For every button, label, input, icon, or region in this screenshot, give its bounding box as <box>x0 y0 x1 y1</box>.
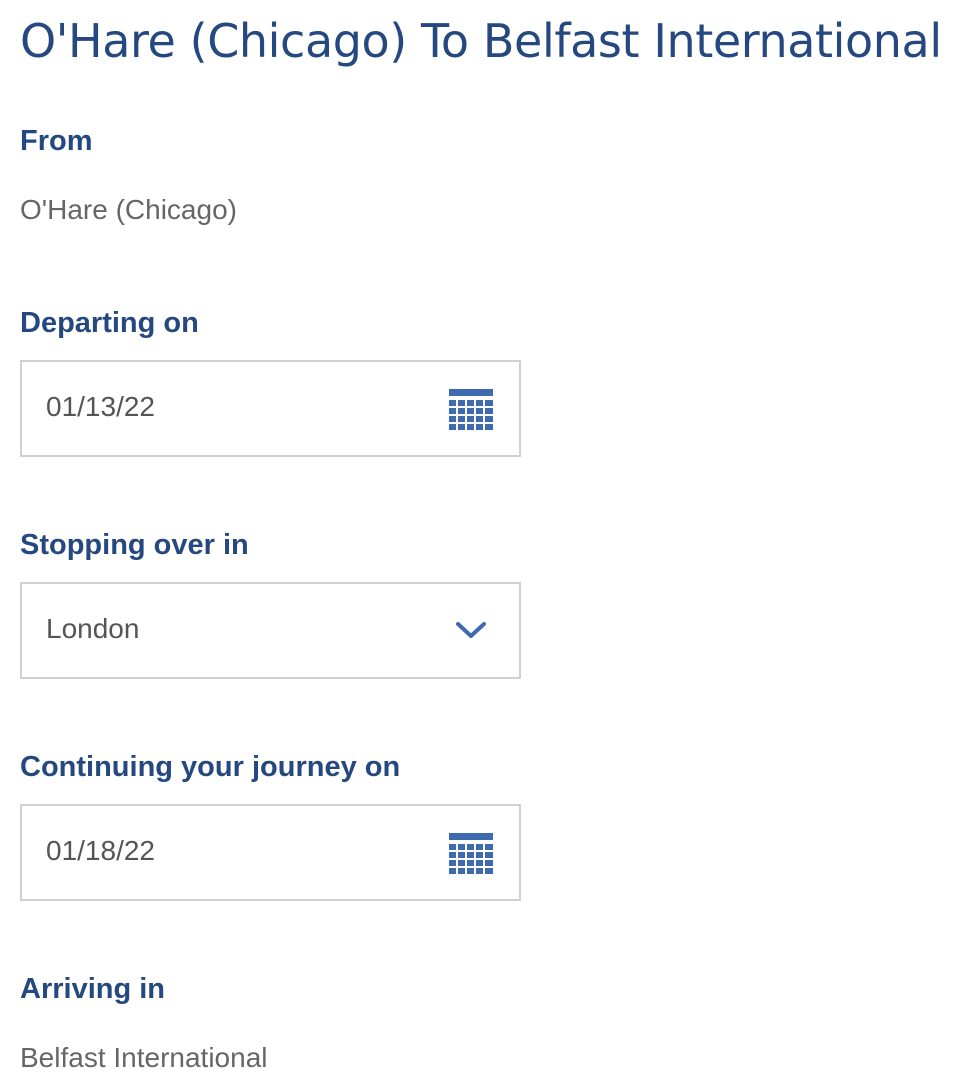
stopover-selected-value: London <box>46 613 140 644</box>
chevron-down-icon[interactable] <box>455 620 487 640</box>
page-title: O'Hare (Chicago) To Belfast Internationa… <box>20 14 942 68</box>
continuing-date-input[interactable]: 01/18/22 <box>20 804 521 901</box>
continuing-date-value: 01/18/22 <box>46 835 155 866</box>
stopover-label: Stopping over in <box>20 529 249 561</box>
arriving-label: Arriving in <box>20 973 166 1005</box>
departing-date-value: 01/13/22 <box>46 391 155 422</box>
departing-label: Departing on <box>20 307 199 339</box>
stopover-select[interactable]: London <box>20 582 521 679</box>
departing-date-input[interactable]: 01/13/22 <box>20 360 521 457</box>
continuing-label: Continuing your journey on <box>20 751 401 783</box>
from-value: O'Hare (Chicago) <box>20 194 237 225</box>
arriving-value: Belfast International <box>20 1042 268 1073</box>
calendar-icon[interactable] <box>448 387 494 435</box>
calendar-icon[interactable] <box>448 831 494 879</box>
from-label: From <box>20 125 93 157</box>
